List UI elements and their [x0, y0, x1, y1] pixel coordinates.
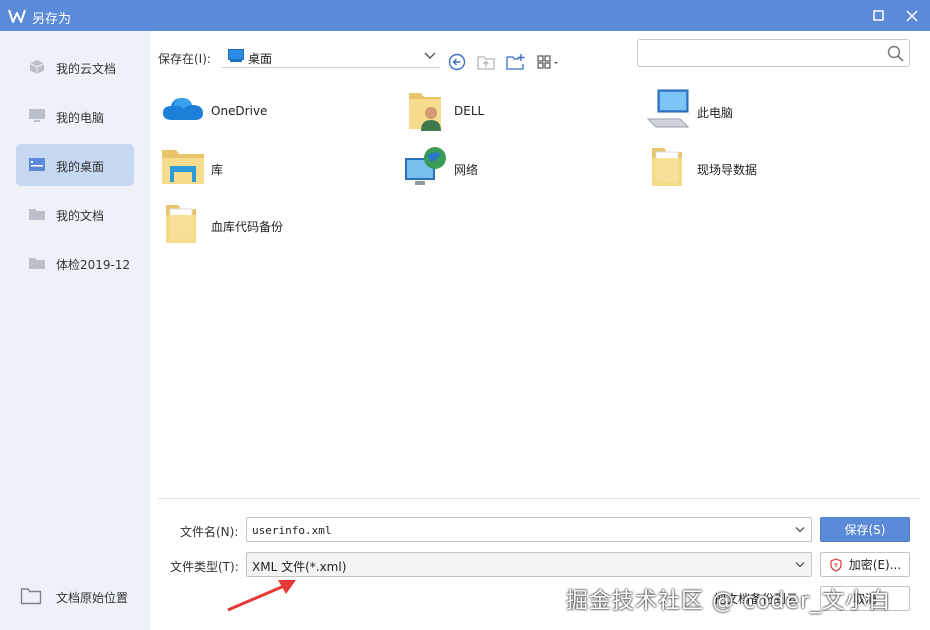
- filename-combo[interactable]: userinfo.xml: [246, 517, 812, 542]
- folder-icon: [652, 148, 682, 186]
- grid-view-icon: [537, 55, 558, 69]
- sidebar-item-label: 我的电脑: [56, 111, 105, 125]
- computer-icon: [646, 89, 690, 128]
- search-input[interactable]: [644, 44, 874, 62]
- file-item-label: DELL: [454, 104, 485, 118]
- encrypt-label: 加密(E)...: [848, 558, 902, 572]
- file-item-dell[interactable]: DELL: [403, 87, 633, 137]
- encrypt-button[interactable]: 加密(E)...: [820, 552, 910, 577]
- file-item-network[interactable]: 网络: [403, 144, 633, 194]
- folder-icon: [166, 205, 196, 243]
- chevron-down-icon[interactable]: [795, 525, 805, 534]
- cube-icon: [29, 60, 45, 74]
- folder-icon: [29, 209, 45, 220]
- sidebar-item-label: 我的桌面: [56, 160, 105, 174]
- file-item-label: 血库代码备份: [211, 220, 284, 234]
- search-icon[interactable]: [887, 45, 904, 62]
- file-item-blood-bank-backup[interactable]: 血库代码备份: [160, 201, 390, 251]
- sidebar-item-label: 我的文档: [56, 209, 105, 223]
- maximize-button[interactable]: [862, 0, 894, 31]
- sidebar: 我的云文档 我的电脑 我的桌面 我的文档 体检2019-12 文档原始位置: [0, 31, 150, 630]
- desktop-icon: [29, 158, 45, 171]
- save-button[interactable]: 保存(S): [820, 517, 910, 542]
- new-folder-button[interactable]: [505, 52, 527, 72]
- sidebar-item-label: 体检2019-12: [56, 258, 131, 272]
- search-box[interactable]: [637, 39, 910, 67]
- sidebar-item-my-desktop[interactable]: 我的桌面: [16, 144, 134, 186]
- desktop-icon: [228, 49, 244, 62]
- file-item-label: 库: [211, 163, 224, 177]
- filetype-label: 文件类型(T):: [170, 560, 239, 574]
- folder-outline-icon: [20, 588, 42, 605]
- sidebar-item-cloud-docs[interactable]: 我的云文档: [16, 46, 134, 88]
- filename-value: userinfo.xml: [252, 524, 332, 537]
- close-icon: [906, 9, 918, 22]
- library-icon: [162, 150, 204, 184]
- location-dropdown[interactable]: 桌面: [222, 44, 440, 68]
- file-item-label: 网络: [454, 163, 479, 177]
- file-item-library[interactable]: 库: [160, 144, 390, 194]
- close-button[interactable]: [896, 0, 928, 31]
- back-button[interactable]: [447, 52, 469, 72]
- file-item-label: OneDrive: [211, 104, 268, 118]
- onedrive-cloud-icon: [163, 98, 203, 120]
- view-mode-button[interactable]: [536, 52, 562, 72]
- back-arrow-icon: [448, 53, 466, 71]
- save-in-label: 保存在(I):: [158, 52, 211, 66]
- location-value: 桌面: [248, 52, 273, 66]
- folder-icon: [29, 258, 45, 269]
- up-folder-button[interactable]: [476, 52, 498, 72]
- user-folder-icon: [409, 93, 441, 131]
- sidebar-item-label: 我的云文档: [56, 62, 117, 76]
- window-title: 另存为: [32, 12, 72, 27]
- file-item-this-pc[interactable]: 此电脑: [646, 87, 876, 137]
- sidebar-item-my-documents[interactable]: 我的文档: [16, 193, 134, 235]
- wps-logo-icon: [8, 9, 26, 23]
- sidebar-item-checkup-folder[interactable]: 体检2019-12: [16, 242, 134, 284]
- red-arrow-annotation: [227, 580, 296, 612]
- network-icon: [405, 147, 446, 185]
- file-item-label: 现场导数据: [697, 163, 758, 177]
- title-bar: 另存为: [0, 0, 930, 31]
- filetype-value: XML 文件(*.xml): [252, 560, 347, 574]
- file-item-label: 此电脑: [697, 106, 734, 120]
- shield-icon: [830, 557, 842, 572]
- file-item-onedrive[interactable]: OneDrive: [160, 87, 390, 137]
- sidebar-item-my-computer[interactable]: 我的电脑: [16, 95, 134, 137]
- original-location-link[interactable]: 文档原始位置: [20, 583, 140, 609]
- filename-label: 文件名(N):: [180, 525, 239, 539]
- chevron-down-icon: [424, 52, 436, 59]
- monitor-icon: [29, 109, 45, 122]
- filetype-combo[interactable]: XML 文件(*.xml): [246, 552, 812, 577]
- original-location-label: 文档原始位置: [56, 591, 129, 605]
- chevron-down-icon[interactable]: [795, 560, 805, 569]
- new-folder-icon: [506, 54, 525, 70]
- up-folder-icon: [477, 56, 495, 70]
- maximize-icon: [872, 10, 884, 21]
- file-item-field-data[interactable]: 现场导数据: [646, 144, 876, 194]
- watermark-text: 掘金技术社区 @ coder_文小白: [566, 589, 892, 614]
